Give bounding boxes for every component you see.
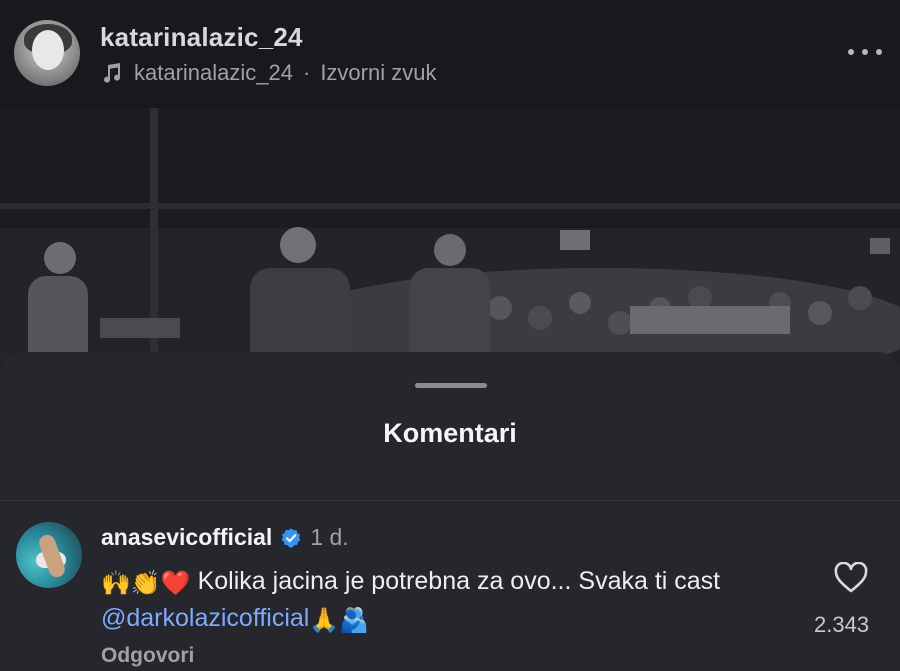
- more-options-icon[interactable]: [848, 40, 882, 64]
- divider: [0, 500, 900, 501]
- drag-handle[interactable]: [415, 383, 487, 388]
- comment-header: anasevicofficial 1 d.: [101, 524, 349, 551]
- comment-mention-link[interactable]: @darkolazicofficial: [101, 604, 309, 632]
- avatar-face-shape: [32, 30, 64, 70]
- audio-separator: ·: [302, 60, 311, 85]
- comment-avatar[interactable]: [16, 522, 82, 588]
- comment-body: Kolika jacina je potrebna za ovo... Svak…: [190, 567, 721, 595]
- sheet-title: Komentari: [383, 418, 517, 448]
- audio-info[interactable]: katarinalazic_24 · Izvorni zvuk: [100, 60, 436, 86]
- audio-label: Izvorni zvuk: [320, 60, 437, 85]
- audio-owner: katarinalazic_24: [134, 60, 293, 85]
- comment-time: 1 d.: [310, 524, 349, 550]
- comments-sheet: Komentari anasevicofficial 1 d. 🙌👏❤️ Kol…: [0, 352, 900, 671]
- music-note-icon: [104, 63, 121, 83]
- like-count: 2.343: [814, 612, 870, 637]
- header-username[interactable]: katarinalazic_24: [100, 22, 303, 53]
- comment-text: 🙌👏❤️ Kolika jacina je potrebna za ovo...…: [101, 564, 801, 638]
- profile-avatar[interactable]: [14, 20, 80, 86]
- emoji-suffix: 🙏🫂: [309, 607, 370, 634]
- emoji-prefix: 🙌👏❤️: [101, 570, 191, 597]
- verified-badge-icon: [281, 527, 301, 548]
- reel-header: katarinalazic_24 katarinalazic_24 · Izvo…: [0, 0, 900, 108]
- comment-username[interactable]: anasevicofficial: [101, 524, 272, 551]
- heart-icon[interactable]: [834, 562, 868, 594]
- reply-button[interactable]: Odgovori: [101, 644, 194, 668]
